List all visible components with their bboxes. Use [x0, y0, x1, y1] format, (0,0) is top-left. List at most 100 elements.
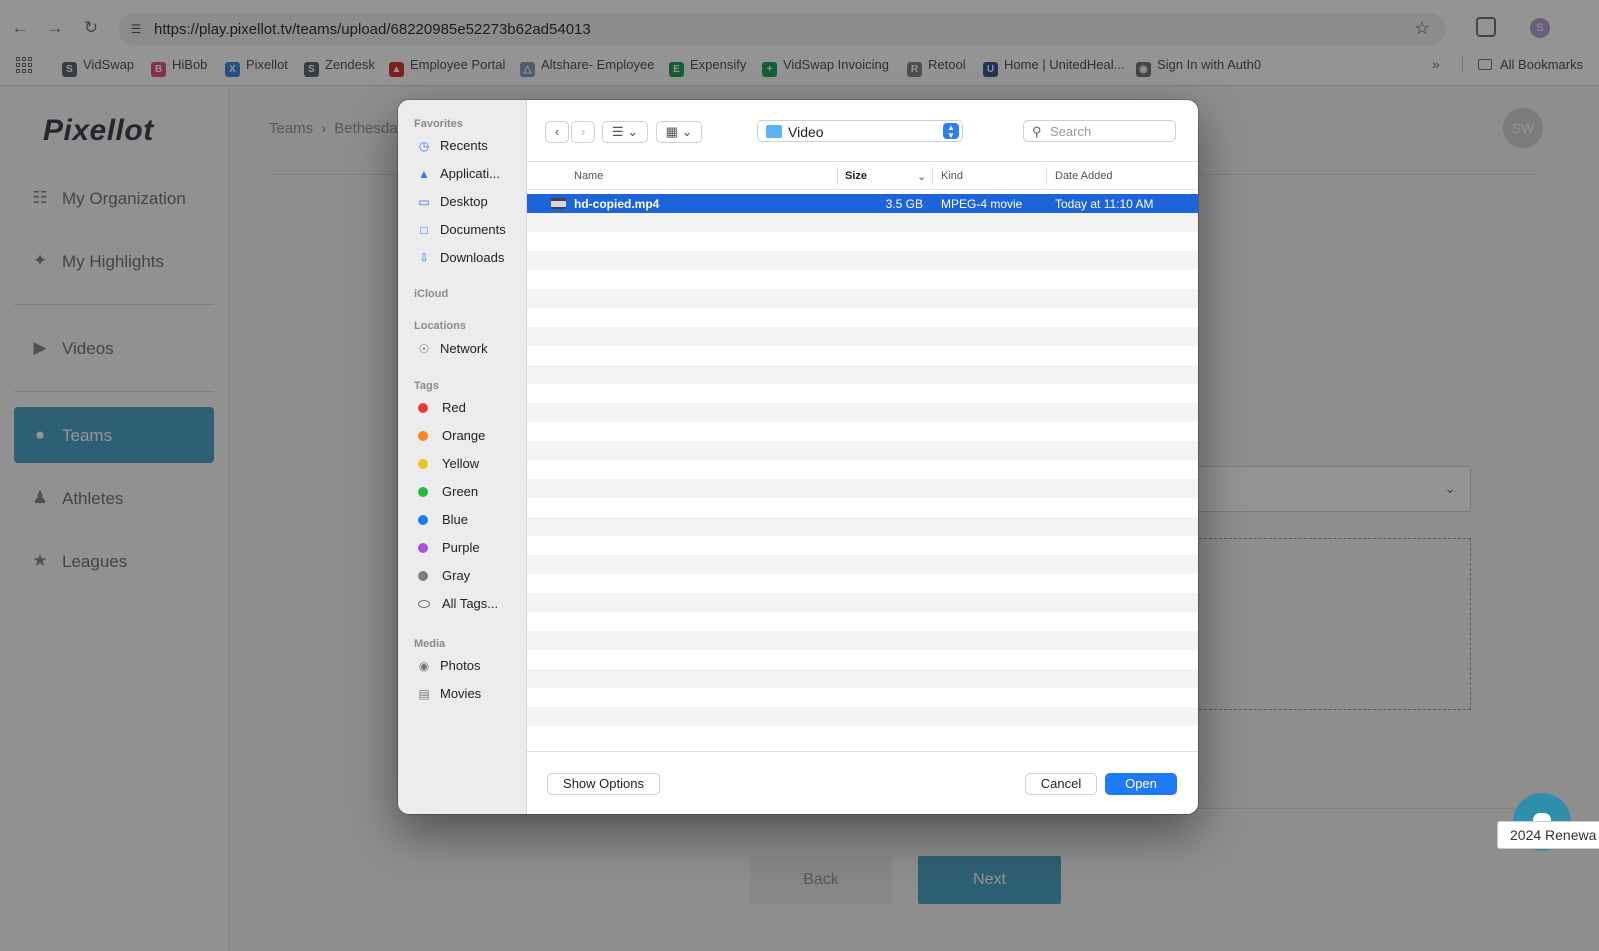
media-header: Media: [414, 638, 446, 650]
icloud-header: iCloud: [414, 288, 449, 300]
empty-row: [527, 365, 1198, 384]
tag-gray[interactable]: Gray: [418, 568, 470, 588]
dialog-footer: Show Options Cancel Open: [527, 751, 1198, 814]
empty-row: [527, 593, 1198, 612]
chevron-down-icon: ⌄: [627, 124, 639, 139]
tags-header: Tags: [414, 380, 439, 392]
tag-yellow[interactable]: Yellow: [418, 456, 479, 476]
column-divider: [837, 167, 838, 185]
show-options-button[interactable]: Show Options: [547, 773, 660, 795]
forward-chevron-icon[interactable]: ›: [571, 121, 595, 143]
empty-row: [527, 270, 1198, 289]
empty-row: [527, 517, 1198, 536]
film-icon: ▤: [418, 687, 430, 701]
tag-dot-icon: [418, 459, 428, 469]
back-chevron-icon[interactable]: ‹: [545, 121, 569, 143]
location-popup[interactable]: Video ▲ ▼: [757, 120, 963, 142]
tag-red[interactable]: Red: [418, 400, 466, 420]
tag-dot-icon: [418, 543, 428, 553]
dialog-file-browser: ‹ › ☰ ⌄ ▦ ⌄ Video ▲▼ ⚲ Name Size ⌄ Kind …: [527, 100, 1198, 814]
location-label: Video: [788, 124, 824, 140]
sidebar-item-applications[interactable]: ▲ Applicati...: [416, 166, 500, 186]
sidebar-item-movies[interactable]: ▤ Movies: [416, 686, 481, 706]
tag-outline-icon: [418, 600, 430, 608]
empty-row: [527, 327, 1198, 346]
dialog-toolbar: ‹ › ☰ ⌄ ▦ ⌄ Video ▲ ▼ ⚲: [527, 100, 1198, 162]
column-kind[interactable]: Kind: [941, 170, 963, 182]
tag-green[interactable]: Green: [418, 484, 478, 504]
chevron-down-icon: ⌄: [681, 124, 693, 139]
file-kind: MPEG-4 movie: [941, 197, 1023, 211]
dialog-sidebar: Favorites ◷ Recents ▲ Applicati... ▭ Deskto…: [398, 100, 527, 814]
popup-stepper-icon: ▲ ▼: [943, 123, 959, 140]
empty-row: [527, 688, 1198, 707]
empty-row: [527, 574, 1198, 593]
column-size[interactable]: Size: [845, 170, 867, 182]
search-field[interactable]: ⚲: [1023, 120, 1176, 142]
tag-dot-icon: [418, 431, 428, 441]
search-icon: ⚲: [1032, 124, 1042, 139]
favorites-header: Favorites: [414, 118, 463, 130]
column-divider: [932, 167, 933, 185]
network-icon: ☉: [418, 342, 430, 356]
clock-icon: ◷: [418, 139, 430, 153]
empty-row: [527, 536, 1198, 555]
document-icon: □: [420, 223, 428, 237]
tag-all-tags[interactable]: All Tags...: [418, 596, 498, 616]
sidebar-item-desktop[interactable]: ▭ Desktop: [416, 194, 487, 214]
renewal-banner[interactable]: 2024 Renewa: [1497, 821, 1599, 849]
empty-row: [527, 213, 1198, 232]
empty-row: [527, 308, 1198, 327]
empty-row: [527, 251, 1198, 270]
folder-icon: [766, 125, 782, 138]
sidebar-item-recents[interactable]: ◷ Recents: [416, 138, 488, 158]
group-view-toggle[interactable]: ▦ ⌄: [656, 121, 702, 143]
empty-row: [527, 650, 1198, 669]
file-row[interactable]: hd-copied.mp4 3.5 GB MPEG-4 movie Today …: [527, 194, 1198, 213]
empty-row: [527, 707, 1198, 726]
empty-row: [527, 669, 1198, 688]
empty-row: [527, 403, 1198, 422]
column-name[interactable]: Name: [574, 170, 603, 182]
file-list: hd-copied.mp4 3.5 GB MPEG-4 movie Today …: [527, 194, 1198, 744]
sidebar-item-documents[interactable]: □ Documents: [416, 222, 505, 242]
column-date-added[interactable]: Date Added: [1055, 170, 1113, 182]
empty-row: [527, 498, 1198, 517]
download-icon: ⇩: [418, 251, 430, 265]
search-input[interactable]: [1050, 123, 1170, 139]
file-open-dialog: Favorites ◷ Recents ▲ Applicati... ▭ Deskto…: [398, 100, 1198, 814]
empty-row: [527, 441, 1198, 460]
empty-row: [527, 232, 1198, 251]
grid-view-icon: ▦: [665, 124, 678, 139]
open-button[interactable]: Open: [1105, 773, 1177, 795]
tag-dot-icon: [418, 571, 428, 581]
list-view-icon: ☰: [611, 124, 624, 139]
sidebar-item-downloads[interactable]: ⇩ Downloads: [416, 250, 504, 270]
empty-row: [527, 726, 1198, 744]
tag-dot-icon: [418, 403, 428, 413]
empty-row: [527, 346, 1198, 365]
tag-purple[interactable]: Purple: [418, 540, 480, 560]
tag-dot-icon: [418, 487, 428, 497]
sort-chevron-icon: ⌄: [917, 171, 927, 183]
empty-row: [527, 555, 1198, 574]
tag-orange[interactable]: Orange: [418, 428, 485, 448]
sidebar-item-network[interactable]: ☉ Network: [416, 341, 488, 361]
empty-row: [527, 289, 1198, 308]
empty-row: [527, 631, 1198, 650]
empty-row: [527, 460, 1198, 479]
empty-row: [527, 612, 1198, 631]
list-view-toggle[interactable]: ☰ ⌄: [602, 121, 648, 143]
locations-header: Locations: [414, 320, 466, 332]
empty-row: [527, 422, 1198, 441]
movie-file-icon: [551, 198, 566, 209]
applications-icon: ▲: [418, 167, 430, 181]
sidebar-item-photos[interactable]: ◉ Photos: [416, 658, 481, 678]
column-divider: [1046, 167, 1047, 185]
tag-dot-icon: [418, 515, 428, 525]
empty-row: [527, 384, 1198, 403]
column-headers: Name Size ⌄ Kind Date Added: [527, 162, 1198, 190]
file-date: Today at 11:10 AM: [1055, 197, 1154, 211]
tag-blue[interactable]: Blue: [418, 512, 468, 532]
cancel-button[interactable]: Cancel: [1025, 773, 1097, 795]
